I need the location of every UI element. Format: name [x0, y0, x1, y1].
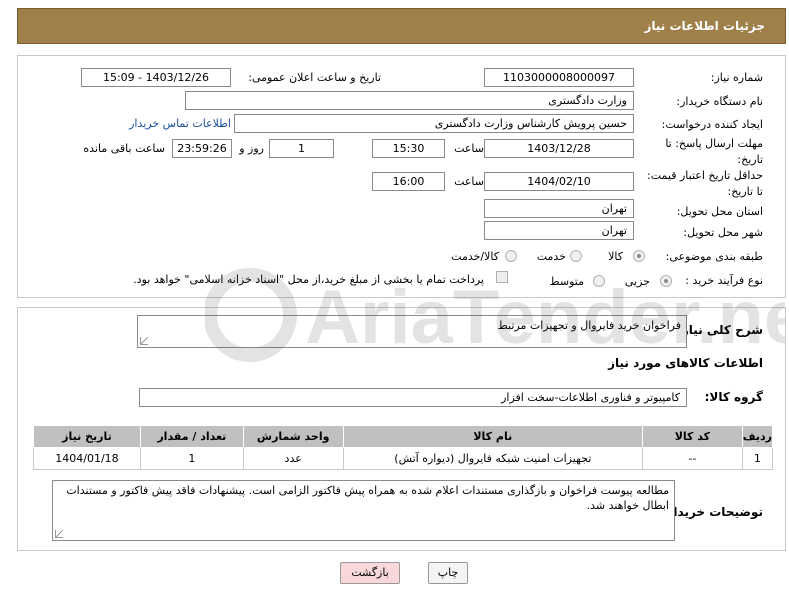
row-qty: 1	[139, 447, 244, 470]
city-field: تهران	[484, 221, 634, 240]
row-date: 1404/01/18	[33, 447, 141, 470]
col-date: تاریخ نیاز	[33, 425, 141, 448]
province-label: استان محل تحویل:	[676, 205, 763, 218]
category-radio-service[interactable]	[570, 250, 582, 262]
back-button[interactable]: بازگشت	[340, 562, 400, 584]
validity-time-label: ساعت	[454, 175, 484, 188]
creator-field: حسین پرویش کارشناس وزارت دادگستری	[234, 114, 634, 133]
buyer-contact-link[interactable]: اطلاعات تماس خریدار	[129, 117, 231, 130]
deadline-label: مهلت ارسال پاسخ: تا تاریخ:	[665, 137, 763, 166]
province-field: تهران	[484, 199, 634, 218]
buyer-field: وزارت دادگستری	[185, 91, 634, 110]
need-number-field: 1103000008000097	[484, 68, 634, 87]
row-index: 1	[741, 447, 774, 470]
announce-label: تاریخ و ساعت اعلان عمومی:	[248, 71, 381, 84]
resize-handle-icon[interactable]	[55, 530, 63, 538]
row-name: تجهیزات امنیت شبکه فایروال (دیواره آتش)	[342, 447, 643, 470]
category-option-service: خدمت	[536, 250, 566, 263]
validity-time-field: 16:00	[372, 172, 445, 191]
treasury-payment-note: پرداخت تمام یا بخشی از مبلغ خرید،از محل …	[133, 273, 484, 286]
goods-table: ردیف کد کالا نام کالا واحد شمارش تعداد /…	[33, 425, 774, 470]
table-header-row: ردیف کد کالا نام کالا واحد شمارش تعداد /…	[33, 425, 774, 448]
need-number-label: شماره نیاز:	[710, 71, 763, 84]
remaining-time-field: 23:59:26	[172, 139, 232, 158]
days-label: روز و	[239, 142, 264, 155]
category-option-goods: کالا	[608, 250, 623, 263]
goods-info-title: اطلاعات کالاهای مورد نیاز	[608, 356, 763, 370]
page-title: جزئیات اطلاعات نیاز	[644, 19, 765, 33]
process-label: نوع فرآیند خرید :	[685, 274, 763, 287]
days-field: 1	[269, 139, 334, 158]
col-qty: تعداد / مقدار	[139, 425, 244, 448]
category-radio-both[interactable]	[505, 250, 517, 262]
remaining-label: ساعت باقی مانده	[83, 142, 165, 155]
buyer-label: نام دستگاه خریدار:	[676, 95, 763, 108]
row-code: --	[641, 447, 743, 470]
deadline-date-field: 1403/12/28	[484, 139, 634, 158]
validity-label: حداقل تاریخ اعتبار قیمت: تا تاریخ:	[647, 169, 763, 198]
category-label: طبقه بندی موضوعی:	[665, 250, 763, 263]
process-option-medium: متوسط	[549, 275, 584, 288]
announce-field: 1403/12/26 - 15:09	[81, 68, 231, 87]
category-radio-goods[interactable]	[633, 250, 645, 262]
col-unit: واحد شمارش	[242, 425, 344, 448]
page-header: جزئیات اطلاعات نیاز	[17, 8, 786, 44]
buyer-notes-label: توضیحات خریدار:	[661, 505, 763, 519]
process-radio-medium[interactable]	[593, 275, 605, 287]
col-code: کد کالا	[641, 425, 743, 448]
description-textarea: فراخوان خرید فایروال و تجهیزات مرتبط	[137, 315, 687, 348]
treasury-payment-checkbox[interactable]	[496, 271, 508, 283]
category-option-both: کالا/خدمت	[451, 250, 499, 263]
deadline-time-label: ساعت	[454, 142, 484, 155]
buyer-notes-text: مطالعه پیوست فراخوان و بازگذاری مستندات …	[66, 484, 669, 512]
description-label: شرح کلی نیاز:	[677, 323, 763, 337]
row-unit: عدد	[242, 447, 344, 470]
city-label: شهر محل تحویل:	[683, 226, 763, 239]
col-row: ردیف	[741, 425, 774, 448]
process-radio-minor[interactable]	[660, 275, 672, 287]
process-option-minor: جزیی	[624, 275, 650, 288]
validity-date-field: 1404/02/10	[484, 172, 634, 191]
table-row: 1 -- تجهیزات امنیت شبکه فایروال (دیواره …	[33, 447, 774, 470]
deadline-time-field: 15:30	[372, 139, 445, 158]
buyer-notes-textarea: مطالعه پیوست فراخوان و بازگذاری مستندات …	[52, 480, 675, 541]
col-name: نام کالا	[342, 425, 643, 448]
creator-label: ایجاد کننده درخواست:	[661, 118, 763, 131]
description-text: فراخوان خرید فایروال و تجهیزات مرتبط	[497, 319, 681, 332]
print-button[interactable]: چاپ	[428, 562, 468, 584]
resize-handle-icon[interactable]	[140, 337, 148, 345]
goods-group-label: گروه کالا:	[704, 390, 763, 404]
goods-group-field: کامپیوتر و فناوری اطلاعات-سخت افزار	[139, 388, 687, 407]
